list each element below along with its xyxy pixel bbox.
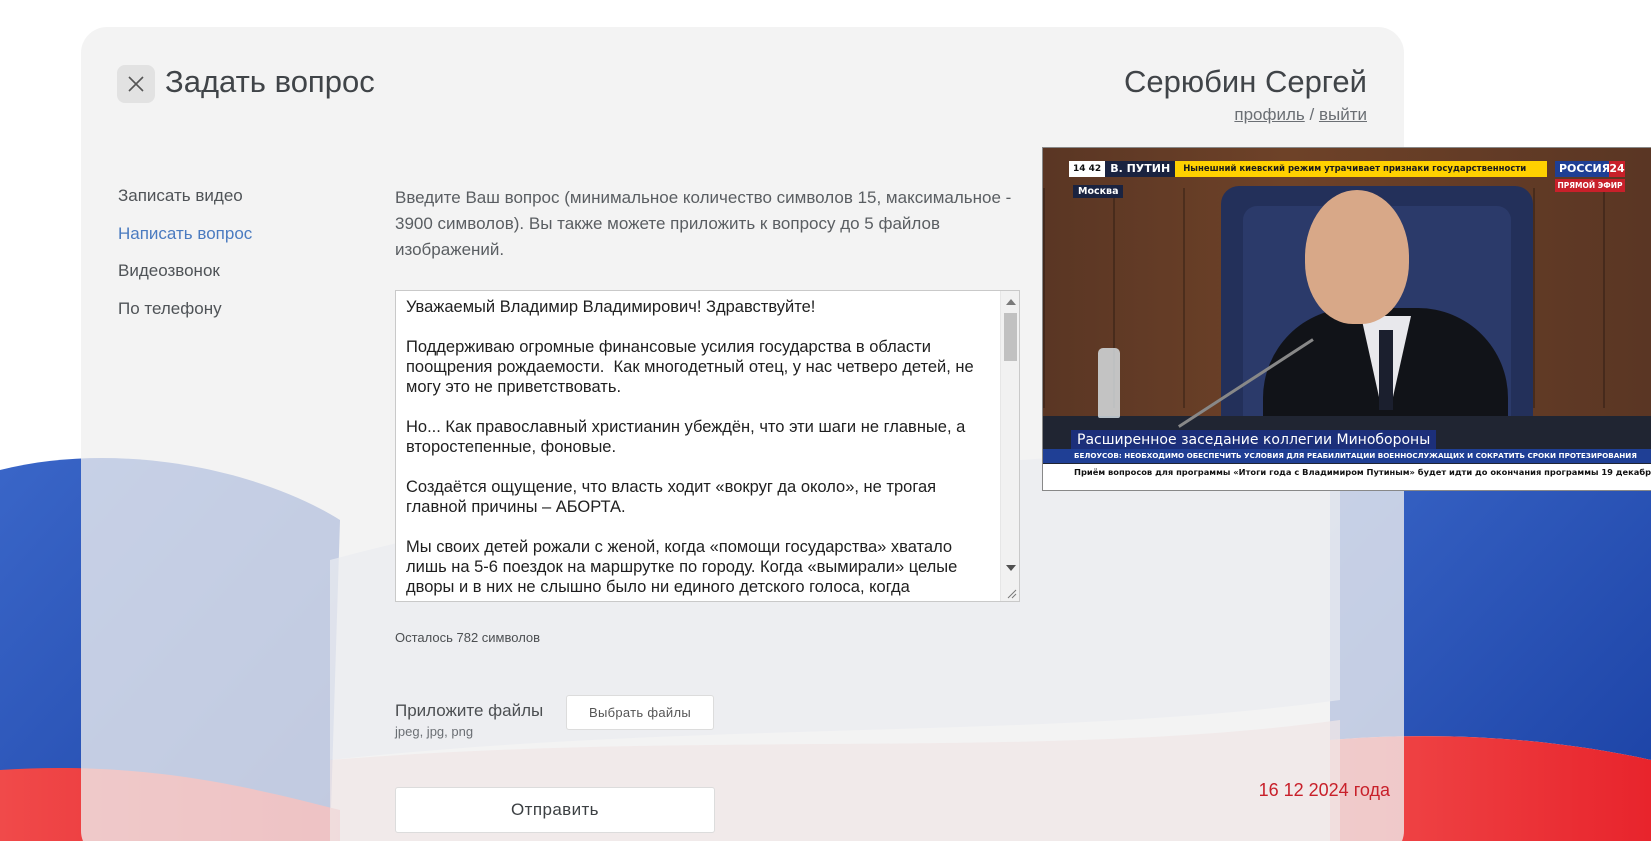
live-badge: ПРЯМОЙ ЭФИР bbox=[1555, 179, 1625, 192]
video-speaker: В. ПУТИН bbox=[1105, 161, 1176, 177]
close-icon bbox=[128, 76, 144, 92]
video-news-ticker: БЕЛОУСОВ: НЕОБХОДИМО ОБЕСПЕЧИТЬ УСЛОВИЯ … bbox=[1043, 449, 1651, 463]
video-top-bar: 14 42 В. ПУТИН Нынешний киевский режим у… bbox=[1069, 161, 1548, 177]
scroll-down-icon[interactable] bbox=[1006, 565, 1016, 571]
link-separator: / bbox=[1309, 105, 1315, 124]
remaining-counter: Осталось 782 символов bbox=[395, 630, 541, 645]
logout-link[interactable]: выйти bbox=[1319, 105, 1367, 124]
question-textarea[interactable]: Уважаемый Владимир Владимирович! Здравст… bbox=[395, 290, 1020, 602]
textarea-scrollbar[interactable] bbox=[1000, 291, 1019, 601]
scroll-up-icon[interactable] bbox=[1006, 299, 1016, 305]
video-person-head bbox=[1305, 190, 1409, 324]
resize-grip-icon[interactable] bbox=[1005, 587, 1017, 599]
video-info-bar: Приём вопросов для программы «Итоги года… bbox=[1043, 464, 1651, 490]
channel-name: РОССИЯ bbox=[1559, 162, 1611, 175]
scroll-thumb[interactable] bbox=[1004, 313, 1017, 361]
nav-item-record-video[interactable]: Записать видео bbox=[118, 184, 252, 222]
video-ticker-top: Нынешний киевский режим утрачивает призн… bbox=[1175, 161, 1548, 177]
nav-item-phone[interactable]: По телефону bbox=[118, 297, 252, 335]
user-name: Серюбин Сергей bbox=[1124, 64, 1367, 99]
instructions-text: Введите Ваш вопрос (минимальное количест… bbox=[395, 188, 1012, 259]
submit-button[interactable]: Отправить bbox=[395, 787, 715, 833]
video-lower-title: Расширенное заседание коллегии Миноборон… bbox=[1071, 430, 1437, 450]
page-title: Задать вопрос bbox=[165, 64, 375, 99]
profile-link[interactable]: профиль bbox=[1234, 105, 1304, 124]
video-city: Москва bbox=[1073, 185, 1124, 198]
user-links: профиль / выйти bbox=[1234, 105, 1367, 125]
video-person-tie bbox=[1379, 330, 1393, 410]
close-button[interactable] bbox=[117, 65, 155, 103]
attach-types: jpeg, jpg, png bbox=[395, 724, 474, 739]
video-clock: 14 42 bbox=[1069, 161, 1106, 177]
question-text[interactable]: Уважаемый Владимир Владимирович! Здравст… bbox=[406, 297, 991, 597]
side-nav: Записать видео Написать вопрос Видеозвон… bbox=[118, 184, 252, 334]
channel-logo: РОССИЯ 24 bbox=[1555, 161, 1625, 177]
nav-item-video-call[interactable]: Видеозвонок bbox=[118, 259, 252, 297]
date-label: 16 12 2024 года bbox=[1258, 780, 1390, 800]
channel-number: 24 bbox=[1609, 161, 1625, 177]
video-bottle bbox=[1098, 348, 1120, 418]
live-video-player[interactable]: 14 42 В. ПУТИН Нынешний киевский режим у… bbox=[1042, 147, 1651, 491]
nav-item-write-question[interactable]: Написать вопрос bbox=[118, 222, 252, 260]
attach-label: Приложите файлы bbox=[395, 701, 544, 720]
choose-files-button[interactable]: Выбрать файлы bbox=[566, 695, 714, 730]
